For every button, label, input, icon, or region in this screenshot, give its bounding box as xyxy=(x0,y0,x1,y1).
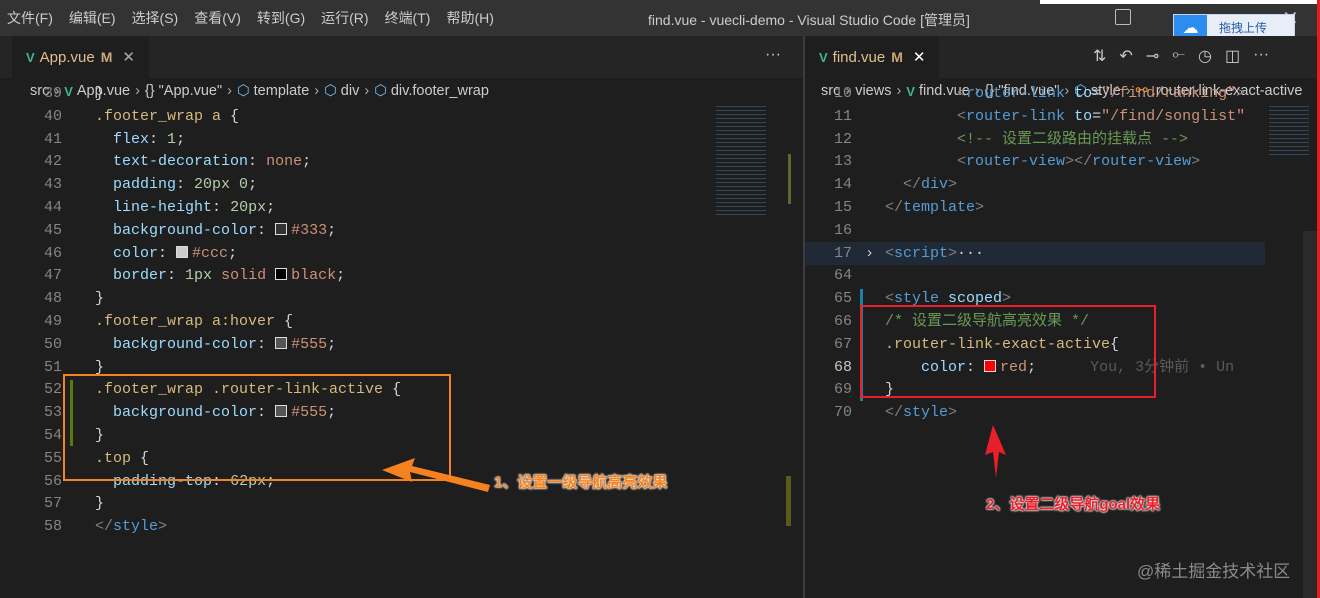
watermark: @稀土掘金技术社区 xyxy=(1137,562,1291,581)
red-arrow xyxy=(985,425,1006,478)
annotation-second: 2、设置二级导航goal效果 xyxy=(986,496,1161,513)
orange-arrow xyxy=(382,458,490,492)
annotation-box-red xyxy=(860,305,1156,398)
annotation-first: 1、设置一级导航高亮效果 xyxy=(494,474,668,491)
